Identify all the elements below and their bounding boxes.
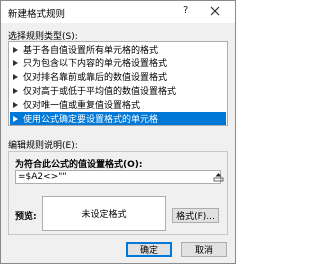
close-icon[interactable] bbox=[208, 4, 222, 18]
rule-type-item-label: 仅对唯一值或重复值设置格式 bbox=[23, 101, 141, 111]
rule-type-item-average[interactable]: 仅对高于或低于平均值的数值设置格式 bbox=[10, 84, 226, 97]
edit-rule-label: 编辑规则说明(E): bbox=[8, 141, 78, 151]
triangle-icon bbox=[13, 46, 18, 53]
format-button-label: 格式(F)... bbox=[176, 212, 215, 222]
triangle-icon bbox=[13, 87, 18, 94]
rule-type-item-label: 仅对高于或低于平均值的数值设置格式 bbox=[23, 87, 177, 97]
title-bar: 新建格式规则 ? bbox=[1, 1, 235, 23]
new-format-rule-dialog: 新建格式规则 ? 选择规则类型(S): 基于各自值设置所有单元格的格式 只为包含… bbox=[0, 0, 236, 264]
cancel-button[interactable]: 取消 bbox=[181, 242, 227, 257]
rule-type-item-formula[interactable]: 使用公式确定要设置格式的单元格 bbox=[10, 112, 226, 125]
formula-value: =$A2<>"" bbox=[18, 172, 67, 182]
ok-button[interactable]: 确定 bbox=[126, 242, 172, 257]
formula-label: 为符合此公式的值设置格式(O): bbox=[15, 160, 143, 170]
preview-text: 未设定格式 bbox=[81, 210, 127, 220]
rule-type-item-top-bottom[interactable]: 仅对排名靠前或靠后的数值设置格式 bbox=[10, 70, 226, 83]
rule-type-item-label: 仅对排名靠前或靠后的数值设置格式 bbox=[23, 73, 168, 83]
collapse-dialog-icon[interactable] bbox=[213, 172, 224, 182]
rule-type-item-unique-duplicate[interactable]: 仅对唯一值或重复值设置格式 bbox=[10, 98, 226, 111]
format-button[interactable]: 格式(F)... bbox=[172, 208, 219, 223]
rule-type-item-label: 使用公式确定要设置格式的单元格 bbox=[23, 115, 159, 125]
preview-label: 预览: bbox=[15, 212, 37, 222]
triangle-icon bbox=[13, 115, 18, 122]
help-button[interactable]: ? bbox=[183, 5, 188, 16]
triangle-icon bbox=[13, 101, 18, 108]
rule-type-item-label: 基于各自值设置所有单元格的格式 bbox=[23, 46, 159, 56]
triangle-icon bbox=[13, 59, 18, 66]
rule-type-item-label: 只为包含以下内容的单元格设置格式 bbox=[23, 59, 168, 69]
cancel-button-label: 取消 bbox=[194, 246, 213, 256]
format-preview: 未设定格式 bbox=[42, 196, 166, 231]
rule-type-item-each-value[interactable]: 基于各自值设置所有单元格的格式 bbox=[10, 43, 226, 56]
rule-type-item-contains[interactable]: 只为包含以下内容的单元格设置格式 bbox=[10, 56, 226, 69]
dialog-title: 新建格式规则 bbox=[8, 9, 66, 20]
triangle-icon bbox=[13, 73, 18, 80]
rule-type-list[interactable]: 基于各自值设置所有单元格的格式 只为包含以下内容的单元格设置格式 仅对排名靠前或… bbox=[8, 41, 228, 126]
rule-description-panel: 为符合此公式的值设置格式(O): =$A2<>"" 预览: 未设定格式 格式(F… bbox=[8, 151, 228, 235]
ok-button-label: 确定 bbox=[139, 246, 158, 256]
formula-input[interactable]: =$A2<>"" bbox=[15, 170, 224, 184]
